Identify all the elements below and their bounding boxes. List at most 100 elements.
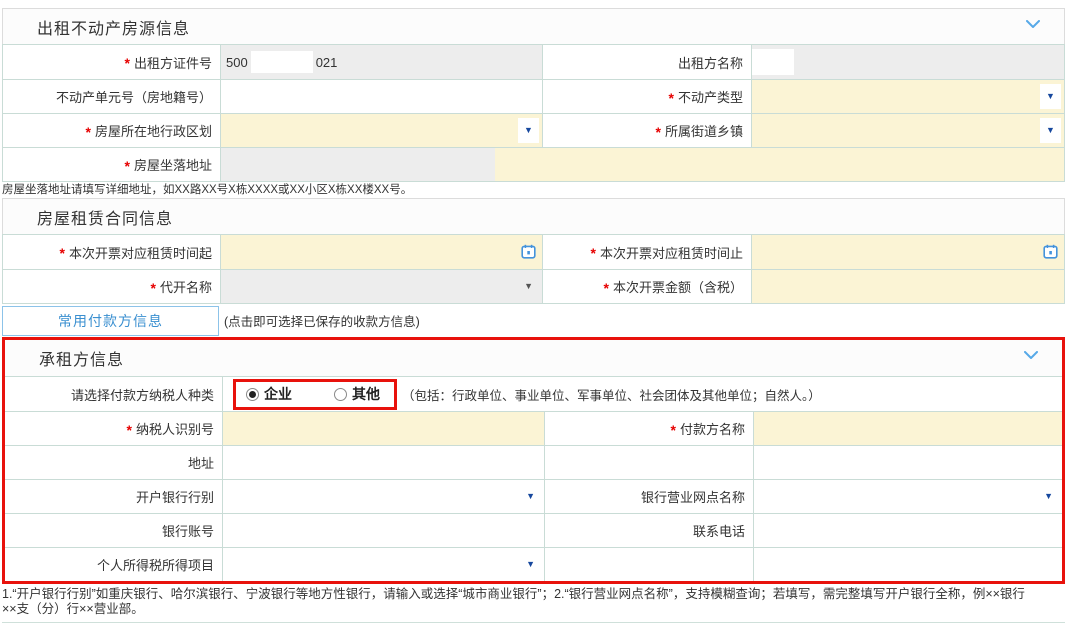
- bank-account-input[interactable]: [222, 514, 544, 547]
- issue-name-select: ▼: [220, 270, 542, 303]
- required-mark: *: [671, 422, 676, 438]
- calendar-icon[interactable]: [521, 244, 536, 259]
- street-select[interactable]: ▼: [751, 114, 1064, 147]
- chevron-down-icon: ▼: [526, 560, 535, 569]
- required-mark: *: [125, 55, 130, 71]
- bank-branch-label: 银行营业网点名称: [544, 480, 753, 513]
- bank-branch-select[interactable]: ▼: [753, 480, 1062, 513]
- payer-name-label: * 付款方名称: [544, 412, 753, 445]
- invoice-amount-input[interactable]: [751, 270, 1064, 303]
- radio-unselected-icon: [334, 388, 347, 401]
- dropdown-box[interactable]: ▼: [1040, 84, 1061, 109]
- district-select[interactable]: ▼: [220, 114, 542, 147]
- empty-value-cell: [753, 548, 1062, 581]
- row-income-item: 个人所得税所得项目 ▼: [5, 547, 1062, 581]
- required-mark: *: [86, 124, 91, 140]
- property-section-header: 出租不动产房源信息: [2, 8, 1065, 44]
- address-detail-input[interactable]: [495, 148, 1064, 181]
- bank-hint-line1: 1.“开户银行行别”如重庆银行、哈尔滨银行、宁波银行等地方性银行，请输入或选择“…: [2, 587, 1065, 602]
- taxpayer-type-field: 企业 其他 （包括：行政单位、事业单位、军事单位、社会团体及其他单位；自然人。）: [222, 377, 1062, 411]
- row-issue-amount: * 代开名称 ▼ * 本次开票金额（含税）: [3, 269, 1064, 303]
- contract-section-title: 房屋租赁合同信息: [3, 205, 173, 229]
- row-taxpayer-type: 请选择付款方纳税人种类 企业 其他 （包括：行政单位、事业单位、军事单位、社会团: [5, 377, 1062, 411]
- bank-account-label: 银行账号: [5, 514, 222, 547]
- bank-hint-line2: ××支（分）行××营业部。: [2, 602, 1065, 617]
- lessee-highlight-box: 承租方信息 请选择付款方纳税人种类 企业: [2, 337, 1065, 584]
- address-hint: 房屋坐落地址请填写详细地址，如XX路XX号X栋XXXX或XX小区X栋XX楼XX号…: [2, 182, 1065, 198]
- dropdown-box[interactable]: ▼: [518, 118, 539, 143]
- contract-section: 房屋租赁合同信息 * 本次开票对应租赁时间起 *: [2, 198, 1065, 304]
- income-tax-item-select[interactable]: ▼: [222, 548, 544, 581]
- required-mark: *: [60, 245, 65, 261]
- bank-type-select[interactable]: ▼: [222, 480, 544, 513]
- chevron-down-icon[interactable]: [1024, 351, 1038, 360]
- lessor-name-label: 出租方名称: [542, 45, 751, 79]
- unit-no-label: 不动产单元号（房地籍号）: [3, 80, 220, 113]
- street-label: * 所属街道乡镇: [542, 114, 751, 147]
- required-mark: *: [151, 280, 156, 296]
- contract-section-header: 房屋租赁合同信息: [2, 198, 1065, 234]
- lessee-address-input[interactable]: [222, 446, 544, 479]
- chevron-down-icon: ▼: [524, 126, 533, 135]
- row-account-phone: 银行账号 联系电话: [5, 513, 1062, 547]
- row-district-street: * 房屋所在地行政区划 ▼ * 所属街道乡镇 ▼: [3, 113, 1064, 147]
- saved-payer-tab[interactable]: 常用付款方信息: [2, 306, 219, 336]
- contract-grid: * 本次开票对应租赁时间起 * 本次开票对应租赁时间止: [2, 234, 1065, 304]
- payer-name-input[interactable]: [753, 412, 1062, 445]
- row-lease-dates: * 本次开票对应租赁时间起 * 本次开票对应租赁时间止: [3, 235, 1064, 269]
- chevron-down-icon: ▼: [526, 492, 535, 501]
- invoice-amount-label: * 本次开票金额（含税）: [542, 270, 751, 303]
- empty-label-cell: [544, 446, 753, 479]
- unit-no-input[interactable]: [220, 80, 542, 113]
- address-prefix-field: [220, 148, 495, 181]
- property-section: 出租不动产房源信息 * 出租方证件号 500 021 出租方名称: [2, 8, 1065, 182]
- lease-end-input[interactable]: [751, 235, 1064, 269]
- taxpayer-id-label: * 纳税人识别号: [5, 412, 222, 445]
- bank-type-label: 开户银行行别: [5, 480, 222, 513]
- property-type-select[interactable]: ▼: [751, 80, 1064, 113]
- property-section-title: 出租不动产房源信息: [3, 15, 190, 39]
- lessee-address-label: 地址: [5, 446, 222, 479]
- contact-phone-label: 联系电话: [544, 514, 753, 547]
- contact-phone-input[interactable]: [753, 514, 1062, 547]
- required-mark: *: [127, 422, 132, 438]
- saved-payer-hint: (点击即可选择已保存的收款方信息): [224, 311, 420, 330]
- radio-other[interactable]: 其他: [334, 384, 380, 404]
- chevron-down-icon: ▼: [1044, 492, 1053, 501]
- required-mark: *: [669, 90, 674, 106]
- dropdown-box[interactable]: ▼: [1040, 118, 1061, 143]
- issue-name-label: * 代开名称: [3, 270, 220, 303]
- row-lessor: * 出租方证件号 500 021 出租方名称: [3, 45, 1064, 79]
- chevron-down-icon[interactable]: [1026, 20, 1040, 29]
- lessor-name-field: [751, 45, 1064, 79]
- district-label: * 房屋所在地行政区划: [3, 114, 220, 147]
- taxpayer-type-note: （包括：行政单位、事业单位、军事单位、社会团体及其他单位；自然人。）: [402, 385, 821, 404]
- required-mark: *: [604, 280, 609, 296]
- lessee-grid: 请选择付款方纳税人种类 企业 其他 （包括：行政单位、事业单位、军事单位、社会团: [5, 376, 1062, 581]
- required-mark: *: [591, 245, 596, 261]
- lease-end-label: * 本次开票对应租赁时间止: [542, 235, 751, 269]
- calendar-icon[interactable]: [1043, 244, 1058, 259]
- row-taxpayer-id: * 纳税人识别号 * 付款方名称: [5, 411, 1062, 445]
- masked-value: [251, 51, 313, 73]
- empty-label-cell: [544, 548, 753, 581]
- row-address2: 地址: [5, 445, 1062, 479]
- taxpayer-type-label: 请选择付款方纳税人种类: [5, 377, 222, 411]
- required-mark: *: [656, 124, 661, 140]
- bank-hint-note: 1.“开户银行行别”如重庆银行、哈尔滨银行、宁波银行等地方性银行，请输入或选择“…: [2, 587, 1065, 617]
- property-grid: * 出租方证件号 500 021 出租方名称 不动产单元号（房地籍号）: [2, 44, 1065, 182]
- radio-enterprise[interactable]: 企业: [246, 384, 292, 404]
- row-address: * 房屋坐落地址: [3, 147, 1064, 181]
- rental-invoice-form: 出租不动产房源信息 * 出租方证件号 500 021 出租方名称: [2, 8, 1065, 623]
- section-divider: [2, 622, 1065, 623]
- taxpayer-id-input[interactable]: [222, 412, 544, 445]
- chevron-down-icon: ▼: [524, 282, 533, 291]
- saved-payer-row: 常用付款方信息 (点击即可选择已保存的收款方信息): [2, 304, 1065, 337]
- row-bank: 开户银行行别 ▼ 银行营业网点名称 ▼: [5, 479, 1062, 513]
- masked-value: [752, 49, 794, 75]
- lease-start-input[interactable]: [220, 235, 542, 269]
- lessee-section-title: 承租方信息: [5, 346, 124, 370]
- required-mark: *: [125, 158, 130, 174]
- property-type-label: * 不动产类型: [542, 80, 751, 113]
- income-tax-item-label: 个人所得税所得项目: [5, 548, 222, 581]
